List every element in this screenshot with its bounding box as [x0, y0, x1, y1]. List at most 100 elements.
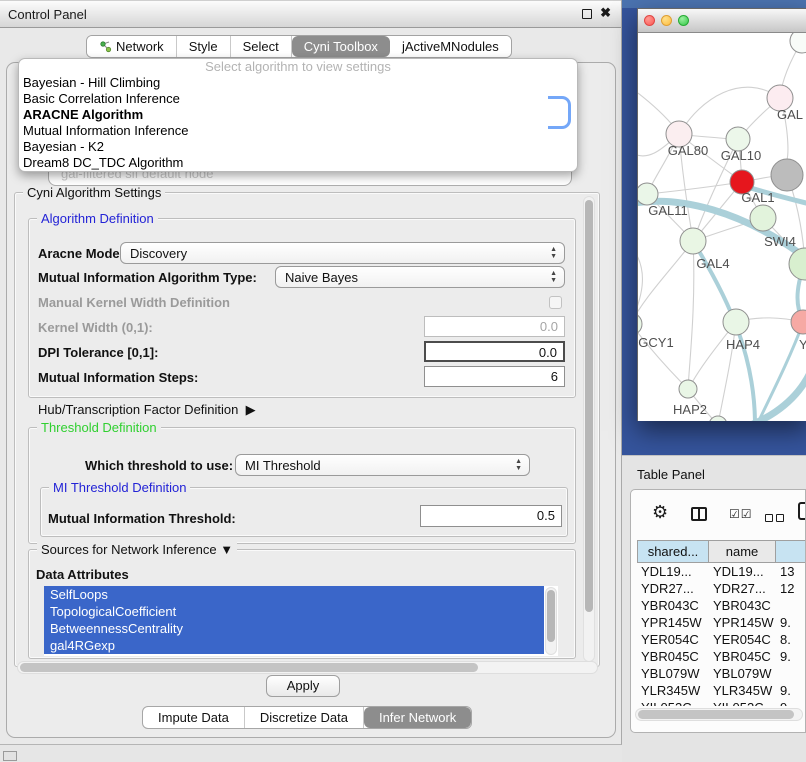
table-cell[interactable]: YDR27...: [709, 580, 776, 597]
minimize-traffic-light-icon[interactable]: [661, 15, 672, 26]
network-node-gcy1[interactable]: [638, 313, 642, 335]
which-threshold-combo[interactable]: MI Threshold ▲▼: [235, 454, 530, 476]
algorithm-dropdown-item[interactable]: Basic Correlation Inference: [19, 91, 577, 107]
algorithm-dropdown-item[interactable]: ARACNE Algorithm: [19, 107, 577, 123]
settings-vscroll-thumb[interactable]: [585, 200, 593, 612]
network-canvas[interactable]: GALGAL80GAL10GAL1GAL11SWI4GAL4GCY1HAP4YH…: [638, 33, 806, 421]
table-cell[interactable]: YBR045C: [709, 648, 776, 665]
network-node[interactable]: [790, 33, 806, 53]
sources-group-title[interactable]: Sources for Network Inference ▼: [37, 542, 237, 557]
apply-button[interactable]: Apply: [266, 675, 340, 697]
network-node[interactable]: [771, 159, 803, 191]
tab-infer-network[interactable]: Infer Network: [364, 707, 471, 728]
close-window-icon[interactable]: ✖: [600, 5, 611, 21]
table-cell[interactable]: YLR345W: [709, 682, 776, 699]
deselect-all-checkboxes-icon[interactable]: [765, 510, 787, 525]
zoom-traffic-light-icon[interactable]: [678, 15, 689, 26]
data-attribute-item-selected[interactable]: gal4RGexp: [44, 637, 544, 654]
table-cell[interactable]: YDL19...: [637, 563, 709, 580]
attributes-vscroll-thumb[interactable]: [547, 590, 555, 642]
control-panel-titlebar[interactable]: Control Panel ✖: [0, 0, 621, 28]
gear-icon[interactable]: ⚙: [652, 503, 668, 521]
network-node-gal11[interactable]: [638, 183, 658, 205]
settings-horizontal-scrollbar[interactable]: [17, 661, 598, 674]
table-cell[interactable]: YPR145W: [637, 614, 709, 631]
network-node-gal4[interactable]: [680, 228, 706, 254]
float-window-icon[interactable]: [582, 9, 592, 19]
table-cell[interactable]: [776, 665, 806, 682]
network-node[interactable]: [709, 416, 727, 421]
table-cell[interactable]: YBR043C: [709, 597, 776, 614]
manual-kernel-width-checkbox[interactable]: [549, 296, 562, 309]
table-row[interactable]: YBR043CYBR043C: [637, 597, 806, 614]
table-row[interactable]: YER054CYER054C8.: [637, 631, 806, 648]
network-node-swi4[interactable]: [789, 248, 806, 280]
aracne-mode-combo[interactable]: Discovery ▲▼: [120, 242, 565, 264]
tab-impute-data[interactable]: Impute Data: [143, 707, 245, 728]
close-traffic-light-icon[interactable]: [644, 15, 655, 26]
network-view-window[interactable]: GALGAL80GAL10GAL1GAL11SWI4GAL4GCY1HAP4YH…: [637, 8, 806, 421]
tab-cyni-toolbox[interactable]: Cyni Toolbox: [292, 36, 390, 57]
table-cell[interactable]: YBL079W: [637, 665, 709, 682]
hub-tf-definition-toggle[interactable]: Hub/Transcription Factor Definition ▶: [38, 402, 256, 418]
table-cell[interactable]: YER054C: [709, 631, 776, 648]
split-columns-icon[interactable]: [691, 507, 707, 521]
column-header-partial[interactable]: [776, 540, 806, 563]
table-row[interactable]: YDL19...YDL19...13: [637, 563, 806, 580]
column-header-shared-name[interactable]: shared...: [637, 540, 709, 563]
network-node-y[interactable]: [791, 310, 806, 334]
table-cell[interactable]: 13: [776, 563, 806, 580]
table-cell[interactable]: YLR345W: [637, 682, 709, 699]
table-horizontal-scrollbar[interactable]: [635, 708, 803, 721]
table-row[interactable]: YBR045CYBR045C9.: [637, 648, 806, 665]
algorithm-dropdown-item[interactable]: Mutual Information Inference: [19, 123, 577, 139]
table-row[interactable]: YPR145WYPR145W9.: [637, 614, 806, 631]
table-cell[interactable]: 8.: [776, 631, 806, 648]
table-row[interactable]: YLR345WYLR345W9.: [637, 682, 806, 699]
network-node-hap4[interactable]: [723, 309, 749, 335]
collapsed-panel-icon[interactable]: [3, 751, 17, 761]
table-rows[interactable]: YDL19...YDL19...13YDR27...YDR27...12YBR0…: [637, 563, 806, 706]
algorithm-dropdown-item[interactable]: Bayesian - Hill Climbing: [19, 75, 577, 91]
tab-discretize-data[interactable]: Discretize Data: [245, 707, 364, 728]
network-node[interactable]: [750, 205, 776, 231]
kernel-width-input[interactable]: 0.0: [424, 316, 565, 337]
table-cell[interactable]: YDR27...: [637, 580, 709, 597]
tab-select[interactable]: Select: [231, 36, 292, 57]
table-cell[interactable]: [776, 597, 806, 614]
network-node-hap2[interactable]: [679, 380, 697, 398]
settings-vertical-scrollbar[interactable]: [583, 196, 595, 662]
table-cell[interactable]: 9.: [776, 648, 806, 665]
table-cell[interactable]: 9.: [776, 614, 806, 631]
table-cell[interactable]: YER054C: [637, 631, 709, 648]
algorithm-dropdown-item[interactable]: Bayesian - K2: [19, 139, 577, 155]
data-attribute-item-selected[interactable]: SelfLoops: [44, 586, 544, 603]
tab-network[interactable]: Network: [87, 36, 177, 57]
data-attribute-item-selected[interactable]: BetweennessCentrality: [44, 620, 544, 637]
algorithm-dropdown-item[interactable]: Dream8 DC_TDC Algorithm: [19, 155, 577, 171]
tab-style[interactable]: Style: [177, 36, 231, 57]
mi-threshold-input[interactable]: 0.5: [420, 505, 562, 527]
table-cell[interactable]: YDL19...: [709, 563, 776, 580]
table-cell[interactable]: YIL052C: [637, 699, 709, 706]
table-row[interactable]: YIL052CYIL052C9: [637, 699, 806, 706]
column-header-name[interactable]: name: [709, 540, 776, 563]
mi-steps-input[interactable]: 6: [424, 366, 565, 387]
network-window-titlebar[interactable]: [638, 9, 806, 33]
attributes-vertical-scrollbar[interactable]: [545, 587, 557, 655]
data-attribute-item-selected[interactable]: TopologicalCoefficient: [44, 603, 544, 620]
tab-jactivemnodules[interactable]: jActiveMNodules: [390, 36, 511, 57]
document-icon[interactable]: [798, 502, 806, 520]
select-all-checkboxes-icon[interactable]: ☑☑: [729, 507, 753, 521]
table-hscroll-thumb[interactable]: [638, 710, 794, 719]
table-row[interactable]: YBL079WYBL079W: [637, 665, 806, 682]
table-cell[interactable]: YBR045C: [637, 648, 709, 665]
data-attributes-list[interactable]: SelfLoopsTopologicalCoefficientBetweenne…: [44, 586, 558, 656]
settings-hscroll-thumb[interactable]: [20, 663, 478, 672]
table-row[interactable]: YDR27...YDR27...12: [637, 580, 806, 597]
table-cell[interactable]: 9.: [776, 682, 806, 699]
mi-algorithm-type-combo[interactable]: Naive Bayes ▲▼: [275, 266, 565, 288]
table-cell[interactable]: YIL052C: [709, 699, 776, 706]
table-cell[interactable]: YBL079W: [709, 665, 776, 682]
table-cell[interactable]: 12: [776, 580, 806, 597]
